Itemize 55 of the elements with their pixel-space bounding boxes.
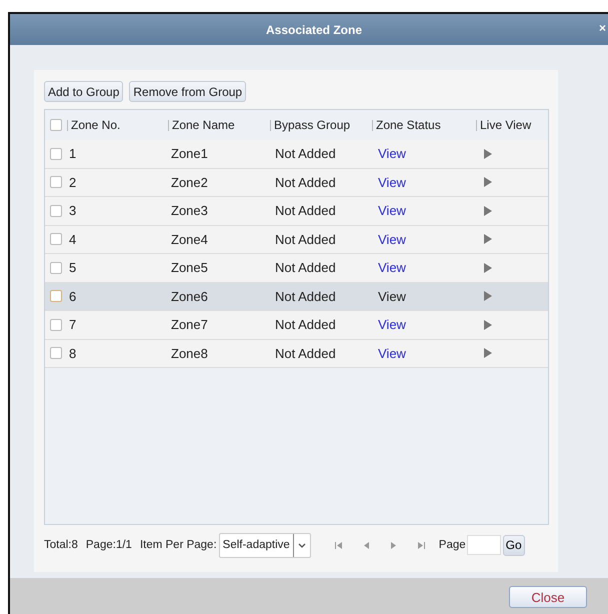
table-cell: Zone8 [171,346,208,361]
total-count: Total:8 [44,539,78,551]
close-button[interactable]: Close [509,586,587,608]
table-row[interactable]: 8 Zone8 Not Added View [45,340,548,368]
table-cell: 2 [69,174,76,190]
table-cell: Zone1 [171,146,208,162]
view-link[interactable]: View [378,260,406,276]
table-row[interactable]: 3 Zone3 Not Added View [45,197,548,226]
table-cell: 3 [69,203,76,218]
table-row[interactable]: 5 Zone5 Not Added View [45,254,548,282]
table-cell: Zone3 [171,203,208,218]
table-cell: Not Added [275,174,336,190]
toolbar-button[interactable]: Add to Group [44,81,124,102]
view-link[interactable]: View [378,146,406,162]
table-cell: Zone2 [171,174,208,190]
table-cell: 7 [69,317,76,332]
table-cell: 1 [69,146,76,162]
go-button[interactable]: Go [502,534,525,556]
table-cell: Not Added [275,146,336,162]
table-cell[interactable]: View [378,288,406,304]
page-count: Page:1/1 [86,539,132,551]
table-cell: 6 [69,288,76,304]
table-row[interactable]: 6 Zone6 Not Added View [45,282,548,311]
table-cell: Zone5 [171,260,208,276]
table-row[interactable]: 7 Zone7 Not Added View [45,311,548,340]
column-header[interactable]: Zone No. [71,118,120,132]
page-label: Page [438,539,466,551]
view-link[interactable]: View [378,317,406,332]
table-row[interactable]: 1 Zone1 Not Added View [45,140,548,168]
table-cell: 4 [69,232,76,247]
table-cell: 8 [69,346,76,361]
table-row[interactable]: 2 Zone2 Not Added View [45,168,548,197]
per-page-label: Item Per Page: [140,539,217,551]
window-title: Associated Zone [266,22,362,36]
table-cell: Zone4 [171,232,208,247]
table-cell: Not Added [275,260,336,276]
table-cell: Not Added [275,232,336,247]
per-page-dropdown[interactable]: Self-adaptive [218,532,311,558]
table-cell: Not Added [275,346,336,361]
view-link[interactable]: View [378,232,406,247]
table-cell: Zone6 [171,288,208,304]
table-cell: Not Added [275,288,336,304]
view-link[interactable]: View [378,174,406,190]
table-cell: Not Added [275,317,336,332]
column-header[interactable]: Bypass Group [274,118,350,132]
view-link[interactable]: View [378,203,406,218]
table-cell: Not Added [275,203,336,218]
table-cell: Zone7 [171,317,208,332]
column-header[interactable]: Live View [480,118,532,132]
view-link[interactable]: View [378,346,406,361]
table-row[interactable]: 4 Zone4 Not Added View [45,226,548,254]
column-header[interactable]: Zone Name [172,118,235,132]
column-header[interactable]: Zone Status [376,118,441,132]
toolbar-button[interactable]: Remove from Group [129,81,246,102]
table-cell: 5 [69,260,76,276]
